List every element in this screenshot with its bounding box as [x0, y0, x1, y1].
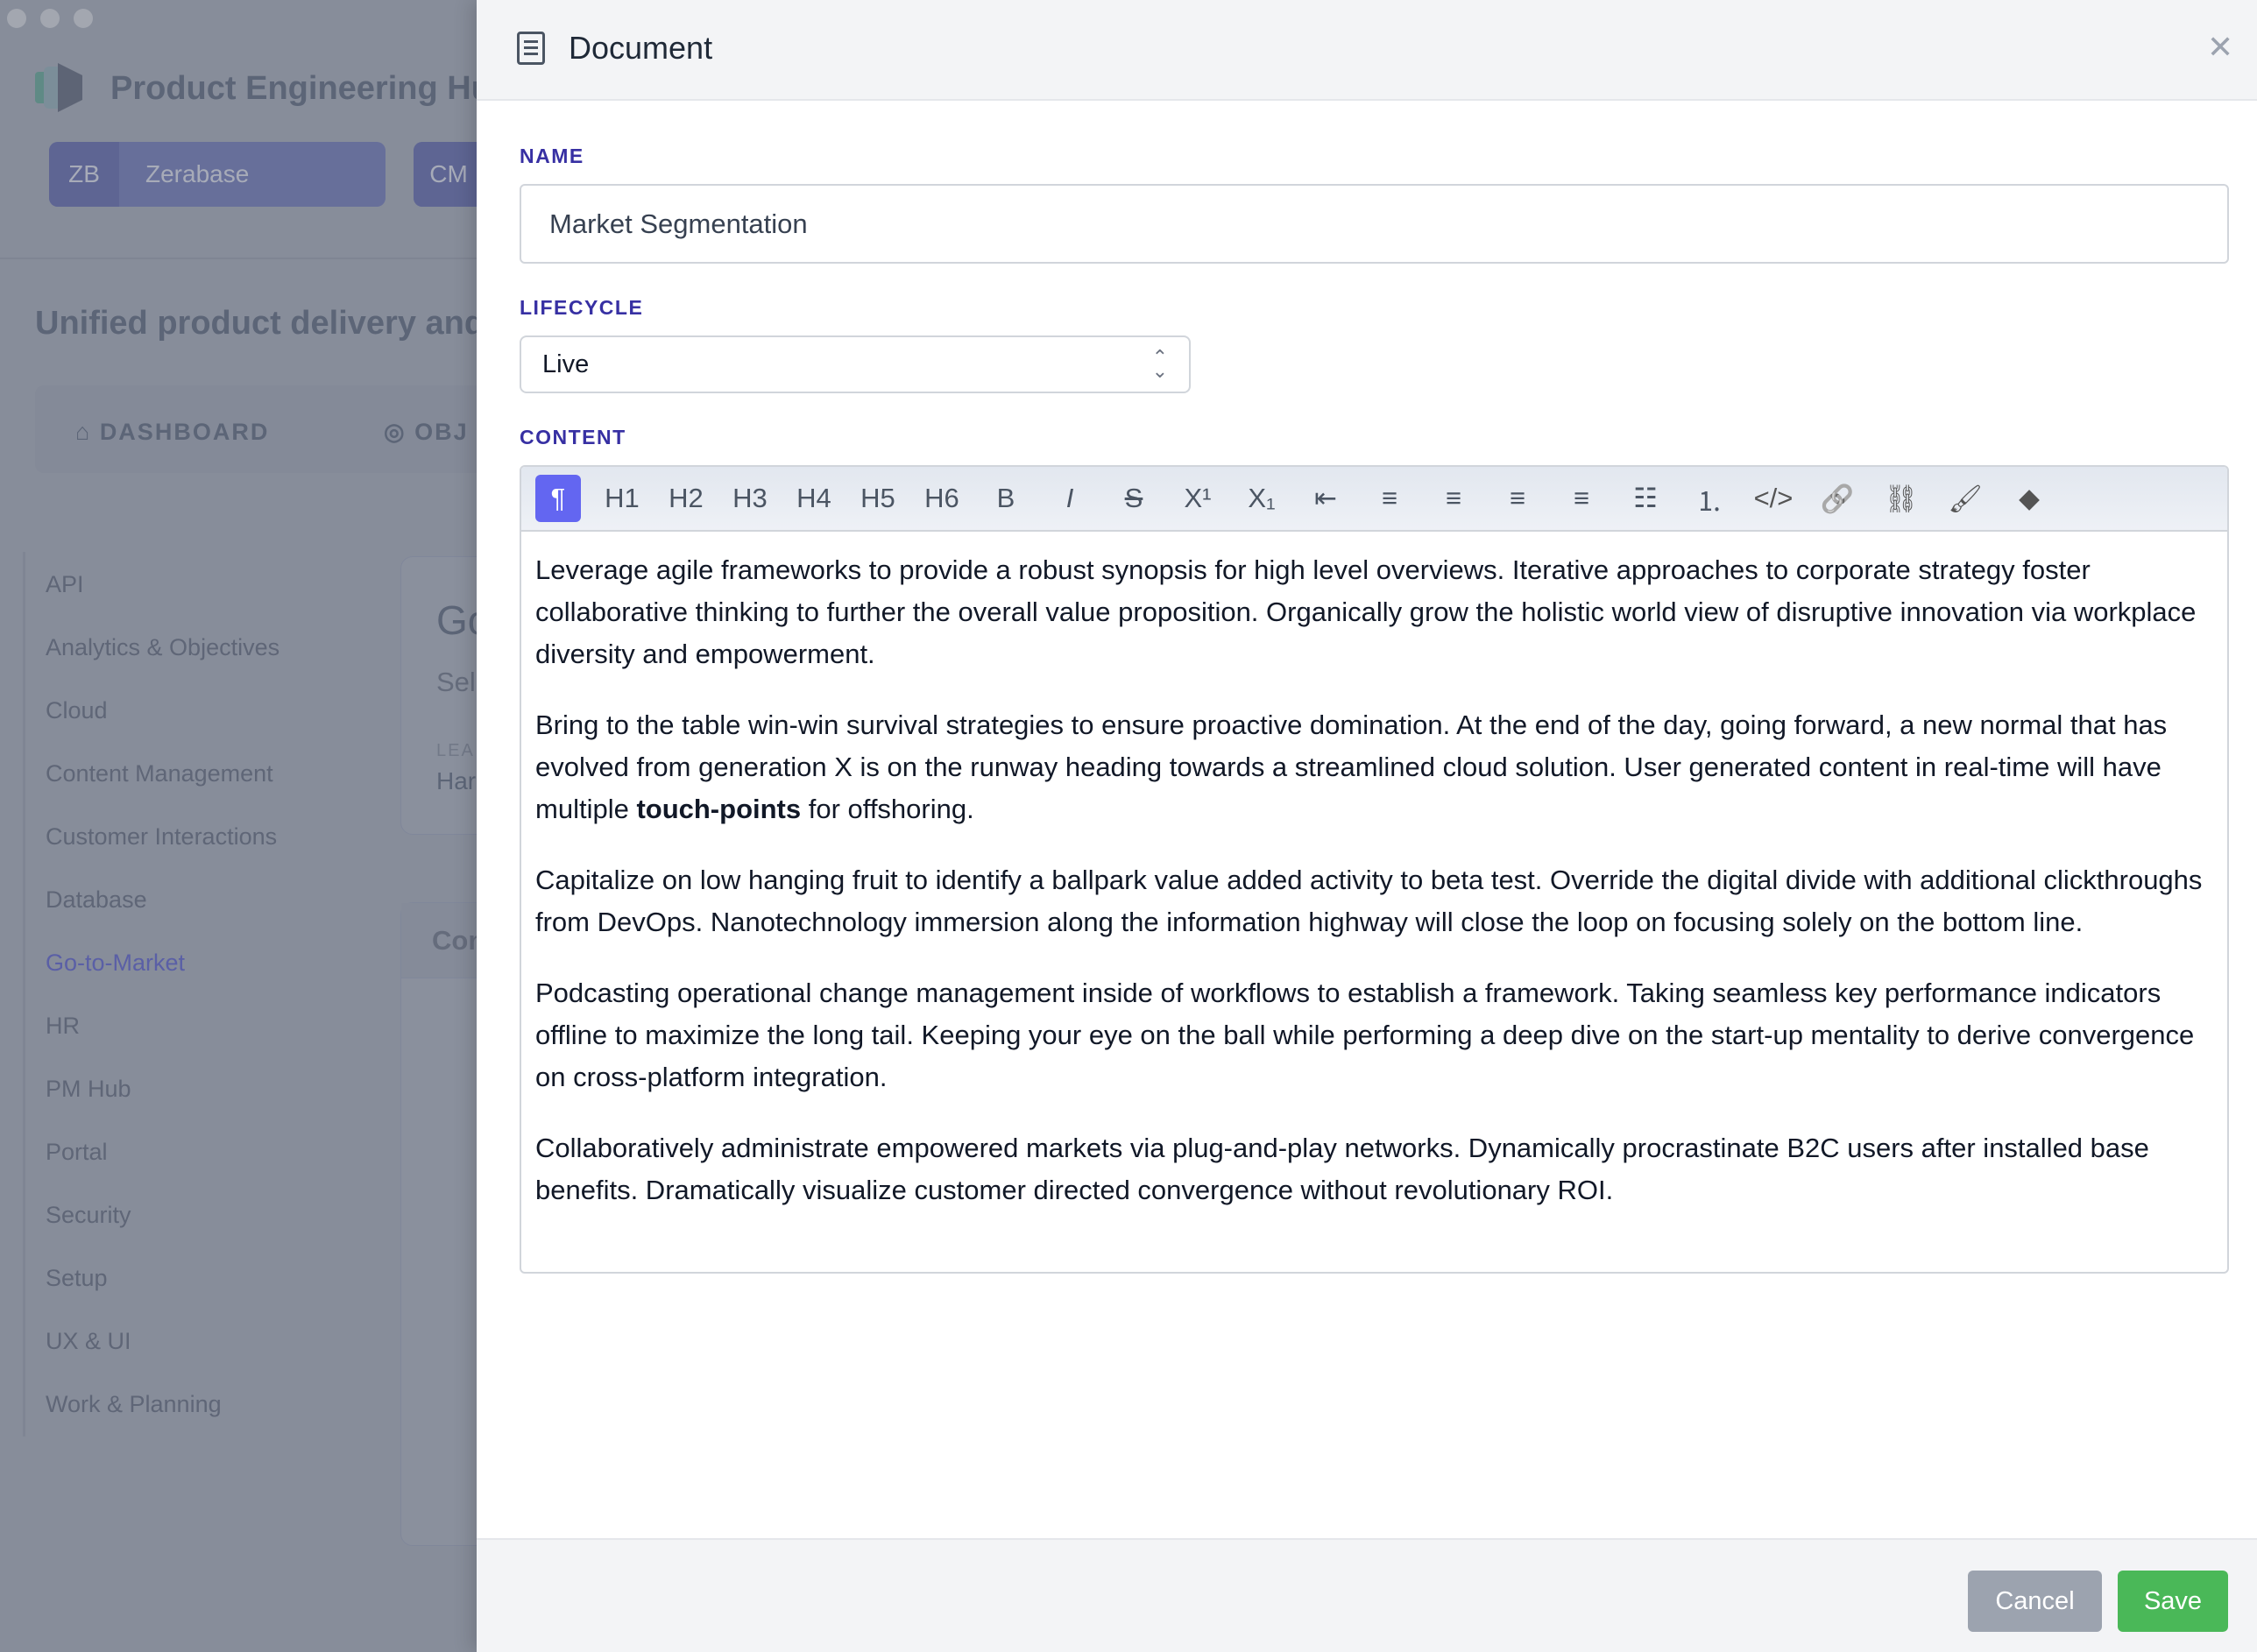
card-subtitle: Sel [436, 667, 476, 697]
brush-icon[interactable]: 🖌 [1942, 475, 1988, 522]
sidebar-item[interactable]: Customer Interactions [46, 823, 277, 851]
nav-label: OBJ [414, 419, 469, 445]
sidebar-item[interactable]: Security [46, 1202, 131, 1229]
sidebar-item[interactable]: PM Hub [46, 1076, 131, 1103]
rich-text-editor[interactable]: ¶ H1 H2 H3 H4 H5 H6 B I S X¹ X₁ ⇤ ≡ ≡ ≡ ≡ ☷ ⒈ </> 🔗 ⛓ 🖌 ◆ Lever… [520, 465, 2229, 1274]
align-right-icon[interactable]: ≡ [1495, 475, 1540, 522]
lead-label: LEA [436, 741, 475, 760]
content-card: Con [400, 902, 477, 1546]
panel-title: Document [569, 30, 713, 66]
workspace-zerabase[interactable]: ZB Zerabase [49, 142, 386, 207]
code-icon[interactable]: </> [1751, 475, 1796, 522]
card-title: Go [436, 597, 477, 643]
chevron-updown-icon: ⌃ ⌄ [1151, 346, 1168, 382]
nav-objectives[interactable]: ◎ OBJ [384, 419, 469, 446]
document-panel: Document ✕ NAME Market Segmentation LIFE… [477, 0, 2257, 1652]
content-card-title: Con [401, 903, 477, 978]
nav-label: DASHBOARD [99, 419, 270, 445]
bold-text: touch-points [636, 794, 802, 824]
subscript-icon[interactable]: X₁ [1239, 475, 1284, 522]
paragraph: Bring to the table win-win survival stra… [535, 704, 2213, 830]
ordered-list-icon[interactable]: ⒈ [1687, 475, 1732, 522]
divider [0, 258, 477, 259]
heading-4-icon[interactable]: H4 [791, 475, 837, 522]
document-icon [517, 32, 545, 65]
fill-icon[interactable]: ◆ [2006, 475, 2052, 522]
modal-backdrop[interactable]: Product Engineering Hub ZB Zerabase CM Un… [0, 0, 477, 1652]
panel-header: Document ✕ [477, 0, 2257, 101]
window-controls [7, 9, 93, 28]
nav-dashboard[interactable]: ⌂ DASHBOARD [75, 419, 269, 446]
bold-icon[interactable]: B [983, 475, 1029, 522]
zoom-dot[interactable] [74, 9, 93, 28]
app-logo-icon [35, 63, 82, 112]
bullet-list-icon[interactable]: ☷ [1623, 475, 1668, 522]
tagline: Unified product delivery and in [35, 305, 477, 342]
unlink-icon[interactable]: ⛓ [1878, 475, 1924, 522]
sidebar-item[interactable]: HR [46, 1013, 80, 1040]
paragraph: Capitalize on low hanging fruit to ident… [535, 865, 2203, 937]
paragraph: Podcasting operational change management… [535, 978, 2195, 1092]
sidebar-item[interactable]: Portal [46, 1139, 108, 1166]
lifecycle-value: Live [542, 349, 590, 378]
editor-toolbar: ¶ H1 H2 H3 H4 H5 H6 B I S X¹ X₁ ⇤ ≡ ≡ ≡ ≡ ☷ ⒈ </> 🔗 ⛓ 🖌 ◆ [521, 467, 2227, 532]
text: for offshoring. [801, 794, 974, 824]
sidebar-rail [23, 552, 25, 1437]
close-icon[interactable]: ✕ [2207, 32, 2233, 63]
minimize-dot[interactable] [40, 9, 60, 28]
app-title: Product Engineering Hub [110, 70, 477, 107]
sidebar-item[interactable]: UX & UI [46, 1328, 131, 1355]
home-icon: ⌂ [75, 419, 100, 445]
content-label: CONTENT [520, 426, 626, 448]
project-card: Go Sel LEA Har [400, 556, 477, 835]
heading-5-icon[interactable]: H5 [855, 475, 901, 522]
save-button[interactable]: Save [2118, 1571, 2228, 1632]
sidebar-item[interactable]: API [46, 571, 84, 598]
lifecycle-label: LIFECYCLE [520, 296, 644, 319]
sidebar-item[interactable]: Analytics & Objectives [46, 634, 279, 661]
sidebar-item[interactable]: Go-to-Market [46, 950, 185, 977]
align-center-icon[interactable]: ≡ [1431, 475, 1476, 522]
target-icon: ◎ [384, 419, 415, 445]
close-dot[interactable] [7, 9, 26, 28]
italic-icon[interactable]: I [1047, 475, 1093, 522]
workspace-abbr: CM [414, 142, 477, 207]
align-left-icon[interactable]: ≡ [1367, 475, 1412, 522]
heading-6-icon[interactable]: H6 [919, 475, 965, 522]
panel-footer: Cancel Save [477, 1538, 2257, 1652]
sidebar-item[interactable]: Setup [46, 1265, 108, 1292]
justify-icon[interactable]: ≡ [1559, 475, 1604, 522]
editor-content[interactable]: Leverage agile frameworks to provide a r… [521, 532, 2227, 1211]
workspace-name: Zerabase [145, 160, 250, 187]
superscript-icon[interactable]: X¹ [1175, 475, 1220, 522]
link-icon[interactable]: 🔗 [1815, 475, 1860, 522]
sidebar-item[interactable]: Content Management [46, 760, 273, 787]
paragraph-icon[interactable]: ¶ [535, 475, 581, 522]
sidebar-item[interactable]: Database [46, 886, 147, 914]
workspace-cm[interactable]: CM [414, 142, 477, 207]
name-label: NAME [520, 145, 584, 167]
lead-value: Har [436, 767, 477, 794]
heading-2-icon[interactable]: H2 [663, 475, 709, 522]
indent-icon[interactable]: ⇤ [1303, 475, 1348, 522]
paragraph: Collaboratively administrate empowered m… [535, 1133, 2149, 1205]
sidebar-item[interactable]: Work & Planning [46, 1391, 222, 1418]
workspace-abbr: ZB [49, 142, 119, 207]
cancel-button[interactable]: Cancel [1968, 1571, 2102, 1632]
lifecycle-select[interactable]: Live ⌃ ⌄ [520, 335, 1191, 393]
sidebar-item[interactable]: Cloud [46, 697, 108, 724]
paragraph: Leverage agile frameworks to provide a r… [535, 554, 2197, 669]
strikethrough-icon[interactable]: S [1111, 475, 1157, 522]
heading-3-icon[interactable]: H3 [727, 475, 773, 522]
heading-1-icon[interactable]: H1 [599, 475, 645, 522]
name-input[interactable]: Market Segmentation [520, 184, 2229, 264]
